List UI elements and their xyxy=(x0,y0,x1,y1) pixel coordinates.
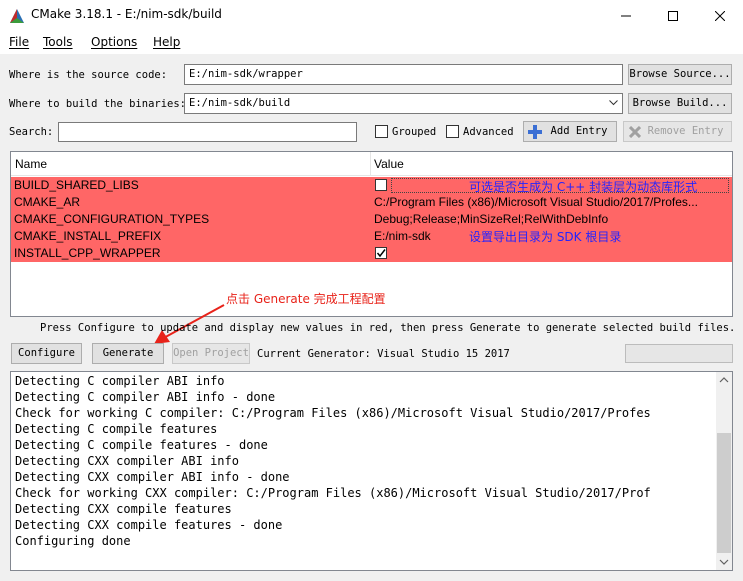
scroll-up-button[interactable] xyxy=(716,372,732,388)
log-line: Detecting CXX compiler ABI info - done xyxy=(15,470,290,484)
window-title: CMake 3.18.1 - E:/nim-sdk/build xyxy=(31,7,222,21)
row-name: BUILD_SHARED_LIBS xyxy=(14,178,139,192)
output-log[interactable]: Detecting C compiler ABI info Detecting … xyxy=(10,371,733,571)
table-row[interactable]: CMAKE_AR C:/Program Files (x86)/Microsof… xyxy=(11,194,732,211)
remove-entry-label: Remove Entry xyxy=(647,125,724,137)
scroll-thumb[interactable] xyxy=(717,433,731,553)
chevron-up-icon xyxy=(719,377,729,383)
generate-button[interactable]: Generate xyxy=(92,343,164,364)
column-divider[interactable] xyxy=(370,152,371,176)
configure-button[interactable]: Configure xyxy=(11,343,82,364)
column-header-value[interactable]: Value xyxy=(374,157,404,171)
table-row[interactable]: CMAKE_CONFIGURATION_TYPES Debug;Release;… xyxy=(11,211,732,228)
log-line: Detecting CXX compile features xyxy=(15,502,232,516)
close-button[interactable] xyxy=(697,0,743,31)
title-bar: CMake 3.18.1 - E:/nim-sdk/build xyxy=(0,0,743,31)
remove-icon xyxy=(629,126,641,138)
menu-options[interactable]: Options xyxy=(91,35,137,49)
log-line: Detecting C compiler ABI info xyxy=(15,374,225,388)
chevron-down-icon xyxy=(719,559,729,565)
browse-build-button[interactable]: Browse Build... xyxy=(628,93,732,114)
row-value: Debug;Release;MinSizeRel;RelWithDebInfo xyxy=(374,212,609,226)
log-line: Check for working C compiler: C:/Program… xyxy=(15,406,651,420)
table-header: Name Value xyxy=(11,152,732,176)
row-name: INSTALL_CPP_WRAPPER xyxy=(14,246,161,260)
row-name: CMAKE_AR xyxy=(14,195,81,209)
build-shared-libs-checkbox[interactable] xyxy=(375,179,387,191)
row-name: CMAKE_INSTALL_PREFIX xyxy=(14,229,162,243)
source-input[interactable]: E:/nim-sdk/wrapper xyxy=(184,64,623,85)
open-project-button[interactable]: Open Project xyxy=(172,343,250,364)
column-header-name[interactable]: Name xyxy=(15,157,47,171)
current-generator: Current Generator: Visual Studio 15 2017 xyxy=(257,348,510,360)
row-name: CMAKE_CONFIGURATION_TYPES xyxy=(14,212,210,226)
table-row[interactable]: INSTALL_CPP_WRAPPER xyxy=(11,245,732,262)
advanced-label: Advanced xyxy=(463,126,514,138)
grouped-label: Grouped xyxy=(392,126,437,138)
browse-source-button[interactable]: Browse Source... xyxy=(628,64,732,85)
log-line: Configuring done xyxy=(15,534,131,548)
log-scrollbar[interactable] xyxy=(716,372,732,570)
log-line: Detecting C compile features xyxy=(15,422,218,436)
log-line: Detecting C compiler ABI info - done xyxy=(15,390,276,404)
menu-tools[interactable]: Tools xyxy=(43,35,73,49)
table-row[interactable]: CMAKE_INSTALL_PREFIX E:/nim-sdk xyxy=(11,228,732,245)
log-line: Detecting CXX compiler ABI info xyxy=(15,454,239,468)
menu-help[interactable]: Help xyxy=(153,35,180,49)
chevron-down-icon[interactable] xyxy=(609,100,618,106)
row-value: E:/nim-sdk xyxy=(374,229,431,243)
install-cpp-wrapper-checkbox[interactable] xyxy=(375,247,387,259)
row-value: C:/Program Files (x86)/Microsoft Visual … xyxy=(374,195,698,209)
maximize-icon xyxy=(668,10,678,21)
search-input[interactable] xyxy=(58,122,357,142)
minimize-button[interactable] xyxy=(603,0,649,31)
grouped-checkbox[interactable] xyxy=(375,125,388,138)
advanced-checkbox[interactable] xyxy=(446,125,459,138)
annotation-shared-libs: 可选是否生成为 C++ 封装层为动态库形式 xyxy=(469,180,698,194)
cmake-logo-icon xyxy=(10,9,24,23)
checkmark-icon xyxy=(376,249,386,258)
progress-bar xyxy=(625,344,733,363)
source-label: Where is the source code: xyxy=(9,69,168,81)
close-icon xyxy=(715,10,725,21)
search-label: Search: xyxy=(9,126,54,138)
build-value: E:/nim-sdk/build xyxy=(189,97,291,109)
add-entry-button[interactable]: Add Entry xyxy=(523,121,617,142)
menu-file[interactable]: File xyxy=(9,35,29,49)
hint-text: Press Configure to update and display ne… xyxy=(40,322,736,334)
annotation-generate: 点击 Generate 完成工程配置 xyxy=(226,292,386,306)
log-line: Detecting CXX compile features - done xyxy=(15,518,283,532)
build-label: Where to build the binaries: xyxy=(9,98,187,110)
add-entry-label: Add Entry xyxy=(550,125,608,137)
build-combo[interactable]: E:/nim-sdk/build xyxy=(184,93,623,114)
scroll-down-button[interactable] xyxy=(716,554,732,570)
log-line: Check for working CXX compiler: C:/Progr… xyxy=(15,486,651,500)
maximize-button[interactable] xyxy=(650,0,696,31)
minimize-icon xyxy=(621,15,631,16)
annotation-install-prefix: 设置导出目录为 SDK 根目录 xyxy=(469,230,622,244)
remove-entry-button[interactable]: Remove Entry xyxy=(623,121,732,142)
plus-icon xyxy=(528,125,542,139)
menu-bar: File Tools Options Help xyxy=(0,31,743,55)
log-line: Detecting C compile features - done xyxy=(15,438,268,452)
